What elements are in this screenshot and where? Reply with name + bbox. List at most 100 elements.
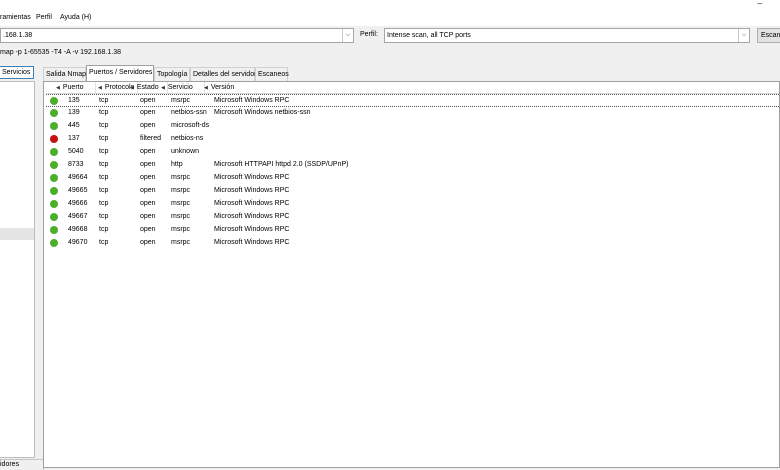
state-cell: open: [140, 148, 156, 155]
column-header-label: Estado: [136, 84, 159, 91]
tab-scans[interactable]: Escaneos: [255, 67, 289, 81]
port-cell: 49670: [68, 239, 88, 246]
service-cell: msrpc: [171, 239, 191, 246]
sort-icon: ◀: [56, 85, 60, 91]
service-cell: http: [171, 161, 183, 168]
menu-bar: ramientas Perfil Ayuda (H) –: [0, 0, 780, 26]
port-cell: 49667: [68, 213, 88, 220]
version-cell: Microsoft Windows RPC: [214, 97, 290, 104]
tab-host-details[interactable]: Detalles del servidor: [190, 67, 256, 81]
service-cell: msrpc: [171, 174, 191, 181]
service-cell: msrpc: [171, 97, 191, 104]
protocol-cell: tcp: [99, 239, 109, 246]
table-header: ◀ Puerto ◀ Protocolo ◀ Estado ◀ Servicio ◀ Ve…: [46, 82, 779, 94]
table-row[interactable]: 49664 tcp open msrpc Microsoft Windows RPC: [46, 172, 779, 185]
state-cell: open: [140, 213, 156, 220]
command-input[interactable]: map -p 1-65535 -T4 -A -v 192.168.1.38: [0, 49, 121, 56]
port-cell: 445: [68, 122, 80, 129]
table-row[interactable]: 445 tcp open microsoft-ds: [46, 120, 779, 133]
state-cell: open: [140, 226, 156, 233]
port-open-icon: [50, 239, 58, 247]
table-row[interactable]: 8733 tcp open http Microsoft HTTPAPI httpd 2…: [46, 159, 779, 172]
protocol-cell: tcp: [99, 174, 109, 181]
command-row: map -p 1-65535 -T4 -A -v 192.168.1.38: [0, 47, 780, 63]
port-open-icon: [50, 161, 58, 169]
port-cell: 137: [68, 135, 80, 142]
host-list[interactable]: [0, 81, 35, 458]
service-cell: msrpc: [171, 213, 191, 220]
state-cell: open: [140, 239, 156, 246]
version-cell: Microsoft Windows RPC: [214, 174, 290, 181]
version-cell: Microsoft Windows RPC: [214, 200, 290, 207]
service-cell: msrpc: [171, 200, 191, 207]
port-cell: 49668: [68, 226, 88, 233]
table-body: 135 tcp open msrpc Microsoft Windows RPC 139 t…: [46, 94, 779, 250]
menu-help[interactable]: Ayuda (H): [60, 14, 91, 21]
protocol-cell: tcp: [99, 200, 109, 207]
table-row[interactable]: 139 tcp open netbios-ssn Microsoft Windows n…: [46, 107, 779, 120]
version-cell: Microsoft Windows RPC: [214, 226, 290, 233]
service-cell: msrpc: [171, 187, 191, 194]
state-cell: open: [140, 122, 156, 129]
protocol-cell: tcp: [99, 97, 109, 104]
table-row[interactable]: 49665 tcp open msrpc Microsoft Windows RPC: [46, 185, 779, 198]
state-cell: filtered: [140, 135, 162, 142]
state-cell: open: [140, 161, 156, 168]
scan-button[interactable]: Escanear: [757, 28, 780, 43]
service-cell: msrpc: [171, 226, 191, 233]
target-value: .168.1.38: [3, 32, 33, 39]
port-cell: 49665: [68, 187, 88, 194]
port-filtered-icon: [50, 135, 58, 143]
state-cell: open: [140, 109, 156, 116]
service-cell: netbios-ssn: [171, 109, 207, 116]
column-header-port[interactable]: ◀ Puerto: [46, 82, 96, 94]
table-row[interactable]: 5040 tcp open unknown: [46, 146, 779, 159]
port-cell: 49664: [68, 174, 88, 181]
tab-ports-hosts[interactable]: Puertos / Servidores: [86, 65, 154, 82]
column-header-service[interactable]: ◀ Servicio: [159, 82, 205, 94]
chevron-down-icon[interactable]: ⌵: [738, 29, 749, 42]
host-list-selected-item[interactable]: [0, 228, 34, 240]
table-row[interactable]: 135 tcp open msrpc Microsoft Windows RPC: [46, 94, 779, 107]
version-cell: Microsoft Windows RPC: [214, 187, 290, 194]
table-row[interactable]: 49666 tcp open msrpc Microsoft Windows RPC: [46, 198, 779, 211]
scan-toolbar: .168.1.38 ⌵ Perfil: Intense scan, all TC…: [0, 26, 780, 47]
state-cell: open: [140, 174, 156, 181]
target-combobox[interactable]: .168.1.38 ⌵: [0, 28, 354, 43]
table-row[interactable]: 49668 tcp open msrpc Microsoft Windows RPC: [46, 224, 779, 237]
menu-profile[interactable]: Perfil: [36, 14, 52, 21]
port-open-icon: [50, 122, 58, 130]
protocol-cell: tcp: [99, 187, 109, 194]
protocol-cell: tcp: [99, 135, 109, 142]
service-cell: unknown: [171, 148, 200, 155]
tab-servers[interactable]: idores: [0, 459, 44, 470]
table-row[interactable]: 137 tcp filtered netbios-ns: [46, 133, 779, 146]
tab-nmap-output[interactable]: Salida Nmap: [43, 67, 86, 81]
port-open-icon: [50, 174, 58, 182]
column-header-version[interactable]: ◀ Versión: [202, 82, 779, 94]
table-row[interactable]: 49670 tcp open msrpc Microsoft Windows RPC: [46, 237, 779, 250]
column-header-label: Servicio: [167, 84, 193, 91]
ports-panel: ◀ Puerto ◀ Protocolo ◀ Estado ◀ Servicio ◀ Ve…: [43, 81, 780, 468]
profile-combobox[interactable]: Intense scan, all TCP ports ⌵: [384, 28, 750, 43]
port-cell: 49666: [68, 200, 88, 207]
sort-icon: ◀: [130, 85, 134, 91]
sort-icon: ◀: [204, 85, 208, 91]
sort-icon: ◀: [98, 85, 102, 91]
column-header-label: Puerto: [62, 84, 84, 91]
state-cell: open: [140, 187, 156, 194]
port-open-icon: [50, 148, 58, 156]
state-cell: open: [140, 97, 156, 104]
chevron-down-icon[interactable]: ⌵: [342, 29, 353, 42]
version-cell: Microsoft Windows RPC: [214, 239, 290, 246]
service-cell: netbios-ns: [171, 135, 204, 142]
tab-topology[interactable]: Topología: [154, 67, 190, 81]
menu-tools[interactable]: ramientas: [0, 14, 31, 21]
protocol-cell: tcp: [99, 122, 109, 129]
profile-value: Intense scan, all TCP ports: [387, 32, 471, 39]
tab-services[interactable]: Servicios: [0, 66, 34, 79]
table-row[interactable]: 49667 tcp open msrpc Microsoft Windows RPC: [46, 211, 779, 224]
port-cell: 135: [68, 97, 80, 104]
port-open-icon: [50, 109, 58, 117]
minimize-icon[interactable]: –: [758, 0, 762, 8]
